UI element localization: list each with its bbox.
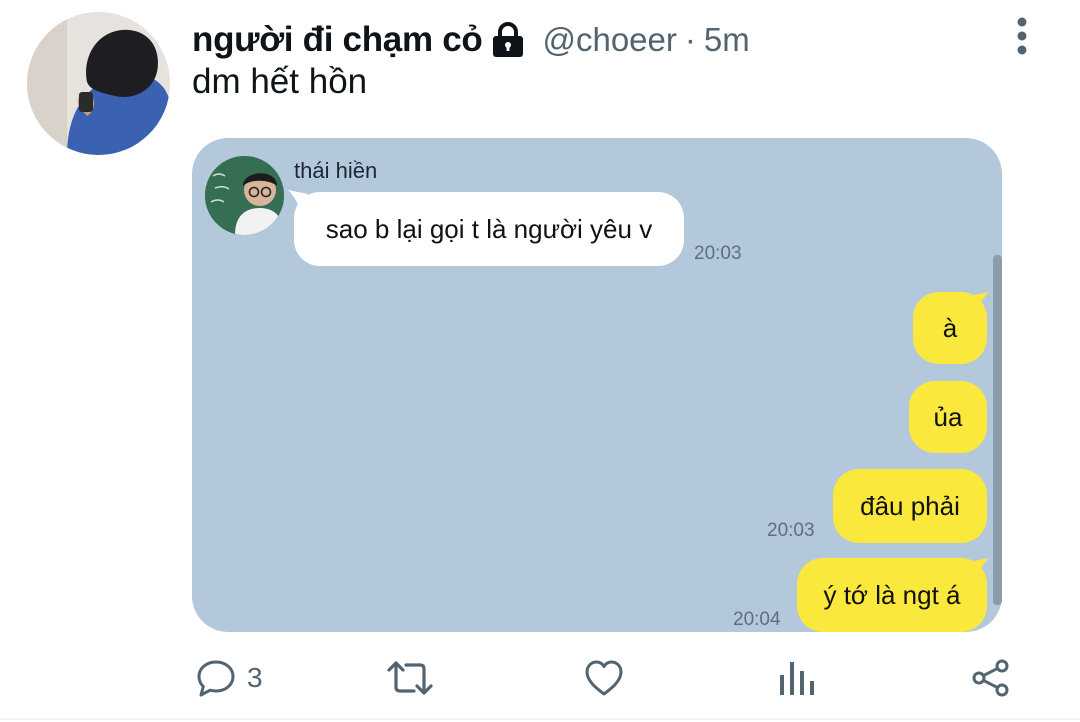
retweet-button[interactable] <box>386 655 434 701</box>
tweet-text: dm hết hồn <box>192 62 368 101</box>
views-button[interactable] <box>777 655 817 701</box>
chat-scrollbar <box>993 255 1002 605</box>
outgoing-message-text: đâu phải <box>860 490 960 521</box>
timestamp[interactable]: 5m <box>704 21 750 59</box>
more-vertical-icon[interactable] <box>1008 16 1036 56</box>
outgoing-bubble-tail <box>969 292 989 314</box>
tweet-header: người đi chạm cỏ @choeer · 5m <box>192 18 750 62</box>
outgoing-message-text: à <box>942 312 958 343</box>
contact-avatar <box>205 156 284 235</box>
outgoing-message-text: ý tớ là ngt á <box>823 579 961 610</box>
avatar-photo <box>27 12 170 155</box>
like-button[interactable] <box>583 655 625 701</box>
lock-icon <box>488 20 528 60</box>
reply-count: 3 <box>247 662 263 693</box>
divider <box>0 718 1080 720</box>
handle[interactable]: @choeer <box>542 21 676 59</box>
incoming-message-text: sao b lại gọi t là người yêu v <box>325 213 653 244</box>
heart-icon <box>585 660 623 696</box>
outgoing-message: ý tớ là ngt á <box>797 558 987 632</box>
outgoing-bubble-tail <box>969 558 989 580</box>
message-time: 20:03 <box>767 520 815 541</box>
share-icon <box>972 659 1009 697</box>
incoming-message: sao b lại gọi t là người yêu v <box>294 192 684 266</box>
message-time: 20:03 <box>694 243 742 264</box>
reply-button[interactable]: 3 <box>195 655 263 701</box>
reply-icon <box>197 660 235 697</box>
outgoing-message: ủa <box>909 381 987 453</box>
message-time: 20:04 <box>733 609 781 630</box>
chat-contact-name: thái hiền <box>294 158 378 183</box>
separator: · <box>684 21 696 58</box>
display-name[interactable]: người đi chạm cỏ <box>192 20 483 60</box>
share-button[interactable] <box>970 655 1012 701</box>
profile-avatar[interactable] <box>27 12 170 155</box>
outgoing-message: đâu phải <box>833 469 987 543</box>
outgoing-message-text: ủa <box>933 401 963 432</box>
tweet: người đi chạm cỏ @choeer · 5m dm hết hồn <box>0 0 1080 722</box>
retweet-icon <box>387 661 433 695</box>
views-chart-icon <box>780 662 814 695</box>
